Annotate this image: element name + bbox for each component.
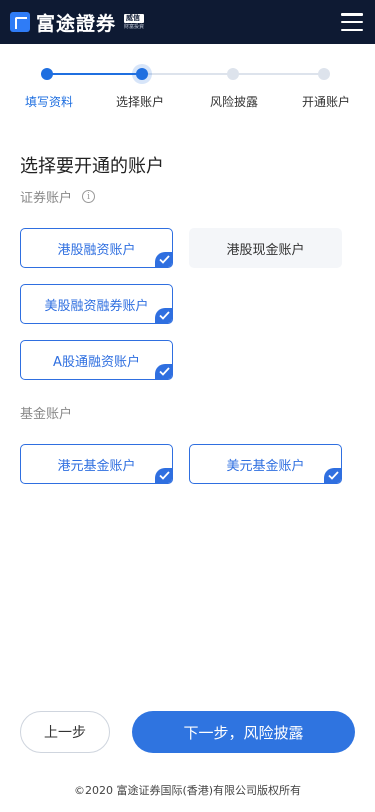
account-hk-cash[interactable]: 港股现金账户: [189, 228, 342, 268]
checkmark-icon: [324, 468, 341, 483]
checkmark-icon: [155, 364, 172, 379]
step-dot-1: [41, 68, 53, 80]
account-label: 美股融资融券账户: [44, 298, 149, 314]
step-label-2: 选择账户: [115, 95, 164, 109]
badge-top: 威信: [124, 14, 145, 23]
step-label-4: 开通账户: [301, 95, 350, 109]
securities-label-text: 证券账户: [20, 191, 73, 206]
account-usd-fund[interactable]: 美元基金账户: [189, 444, 342, 484]
checkmark-icon: [155, 252, 172, 267]
account-label: 港元基金账户: [57, 458, 136, 474]
copyright-footer: ©2020 富途证券国际(香港)有限公司版权所有: [73, 784, 302, 797]
info-icon[interactable]: i: [82, 190, 96, 203]
step-dot-4: [318, 68, 330, 80]
step-label-3: 风险披露: [209, 95, 258, 109]
securities-account-group-label: 证券账户 i: [20, 187, 96, 206]
brand-name: 富途證券: [36, 12, 117, 35]
account-hkd-fund[interactable]: 港元基金账户: [20, 444, 173, 484]
badge-bottom: 財富投資: [124, 24, 145, 30]
account-label: 港股融资账户: [57, 242, 136, 258]
step-label-1: 填写资料: [24, 95, 73, 109]
previous-step-button[interactable]: 上一步: [20, 711, 110, 753]
account-a-share-margin[interactable]: A股通融资账户: [20, 340, 173, 380]
next-step-button[interactable]: 下一步，风险披露: [132, 711, 355, 753]
account-label: 港股现金账户: [226, 242, 305, 258]
brand-logo[interactable]: 富途證券 威信 財富投資: [10, 9, 145, 36]
fund-label-text: 基金账户: [20, 407, 73, 422]
progress-steps: 填写资料 选择账户 风险披露 开通账户: [0, 64, 375, 114]
step-line-complete: [47, 73, 142, 75]
hamburger-menu-icon[interactable]: [341, 13, 363, 31]
account-us-margin[interactable]: 美股融资融券账户: [20, 284, 173, 324]
step-dot-2: [136, 68, 148, 80]
fund-account-group-label: 基金账户: [20, 403, 72, 422]
page-title: 选择要开通的账户: [20, 156, 164, 177]
top-header: 富途證券 威信 財富投資: [0, 0, 375, 44]
step-dot-3: [227, 68, 239, 80]
account-hk-margin[interactable]: 港股融资账户: [20, 228, 173, 268]
checkmark-icon: [155, 468, 172, 483]
futu-logo-icon: [10, 12, 30, 32]
brand-badge: 威信 財富投資: [124, 14, 145, 30]
account-label: 美元基金账户: [226, 458, 305, 474]
checkmark-icon: [155, 308, 172, 323]
account-label: A股通融资账户: [53, 354, 140, 370]
